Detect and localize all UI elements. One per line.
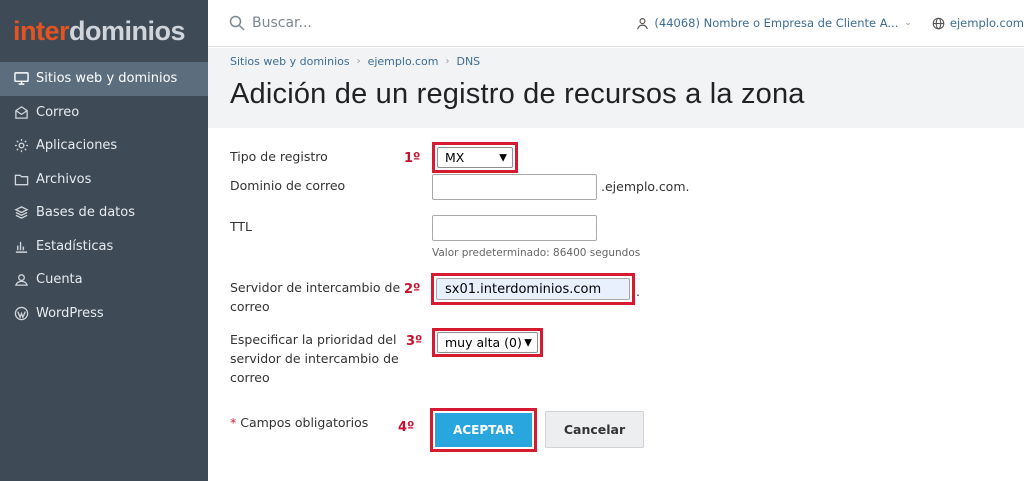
- required-star: *: [230, 415, 237, 430]
- breadcrumb-link[interactable]: ejemplo.com: [368, 55, 439, 68]
- gear-icon: [12, 137, 30, 155]
- mail-domain-input[interactable]: [432, 174, 597, 200]
- sidebar-item-bases-de-datos[interactable]: Bases de datos: [0, 196, 208, 230]
- page-title: Adición de un registro de recursos a la …: [230, 78, 805, 110]
- add-record-form: Tipo de registro 1º MX ▼ Dominio de corr…: [208, 128, 1024, 481]
- sidebar-item-label: Bases de datos: [36, 205, 135, 221]
- sidebar-item-label: WordPress: [36, 305, 104, 321]
- sidebar-item-label: Cuenta: [36, 272, 83, 288]
- account-icon: [12, 271, 30, 289]
- priority-label-line3: correo: [230, 370, 270, 385]
- sidebar-item-archivos[interactable]: Archivos: [0, 163, 208, 197]
- user-icon: [637, 17, 649, 29]
- logo-text: interdominios: [13, 15, 186, 46]
- mx-server-label-line2: correo: [230, 299, 270, 314]
- domain-selector[interactable]: ejemplo.com: [932, 16, 1024, 30]
- step-3-annotation: 3º: [406, 334, 423, 349]
- breadcrumb: Sitios web y dominios › ejemplo.com › DN…: [230, 55, 480, 68]
- priority-select[interactable]: muy alta (0) ▼: [437, 332, 538, 353]
- monitor-icon: [12, 70, 30, 88]
- sidebar-item-estadisticas[interactable]: Estadísticas: [0, 230, 208, 264]
- mx-server-label-line1: Servidor de intercambio de: [230, 280, 401, 295]
- sidebar-item-sitios-web[interactable]: Sitios web y dominios: [0, 62, 208, 96]
- database-icon: [12, 204, 30, 222]
- sidebar-item-label: Estadísticas: [36, 238, 114, 254]
- account-name: (44068) Nombre o Empresa de Cliente A...: [654, 16, 899, 30]
- sidebar-item-aplicaciones[interactable]: Aplicaciones: [0, 129, 208, 163]
- chevron-down-icon: ▼: [524, 337, 532, 348]
- folder-icon: [12, 170, 30, 188]
- required-text: Campos obligatorios: [240, 415, 369, 430]
- required-fields-note: * Campos obligatorios: [230, 415, 368, 430]
- sidebar-item-label: Sitios web y dominios: [36, 71, 178, 87]
- ttl-input[interactable]: [432, 215, 597, 241]
- sidebar-item-label: Aplicaciones: [36, 138, 118, 154]
- mail-domain-suffix: .ejemplo.com.: [601, 179, 690, 194]
- page-header: Sitios web y dominios › ejemplo.com › DN…: [208, 48, 1024, 128]
- chevron-down-icon: ⌄: [904, 18, 912, 28]
- mail-domain-label: Dominio de correo: [230, 178, 346, 193]
- record-type-select[interactable]: MX ▼: [437, 147, 513, 168]
- sidebar-item-label: Correo: [36, 104, 80, 120]
- logo[interactable]: interdominios: [0, 0, 208, 62]
- account-menu[interactable]: (44068) Nombre o Empresa de Cliente A...…: [636, 16, 912, 30]
- priority-value: muy alta (0): [445, 335, 522, 350]
- mail-icon: [12, 103, 30, 121]
- record-type-label: Tipo de registro: [230, 149, 328, 164]
- globe-icon: [932, 17, 945, 29]
- domain-name: ejemplo.com: [949, 16, 1024, 30]
- record-type-value: MX: [445, 150, 465, 165]
- priority-label-line2: servidor de intercambio de: [230, 351, 399, 366]
- mx-server-input[interactable]: sx01.interdominios.com: [436, 278, 630, 300]
- step-2-annotation: 2º: [404, 282, 421, 297]
- step-1-annotation: 1º: [404, 151, 421, 166]
- chevron-down-icon: ▼: [499, 152, 507, 163]
- sidebar: interdominios Sitios web y dominios Corr…: [0, 0, 208, 481]
- accept-button[interactable]: ACEPTAR: [435, 413, 532, 447]
- ttl-label: TTL: [230, 219, 253, 234]
- sidebar-item-correo[interactable]: Correo: [0, 96, 208, 130]
- wordpress-icon: [12, 304, 30, 322]
- chevron-right-icon: ›: [445, 56, 450, 67]
- sidebar-item-label: Archivos: [36, 171, 92, 187]
- top-bar: Buscar... (44068) Nombre o Empresa de Cl…: [208, 0, 1024, 47]
- step-4-annotation: 4º: [398, 420, 415, 435]
- breadcrumb-link[interactable]: Sitios web y dominios: [230, 55, 350, 68]
- search-icon: [229, 15, 245, 31]
- priority-label-line1: Especificar la prioridad del: [230, 332, 397, 347]
- sidebar-item-wordpress[interactable]: WordPress: [0, 297, 208, 331]
- breadcrumb-link[interactable]: DNS: [456, 55, 480, 68]
- ttl-hint: Valor predeterminado: 86400 segundos: [432, 247, 641, 259]
- sidebar-item-cuenta[interactable]: Cuenta: [0, 263, 208, 297]
- search-input[interactable]: Buscar...: [229, 15, 594, 31]
- bar-chart-icon: [12, 237, 30, 255]
- mx-server-suffix: .: [636, 284, 640, 299]
- chevron-right-icon: ›: [356, 56, 361, 67]
- search-placeholder: Buscar...: [252, 15, 312, 31]
- cancel-button[interactable]: Cancelar: [545, 411, 644, 448]
